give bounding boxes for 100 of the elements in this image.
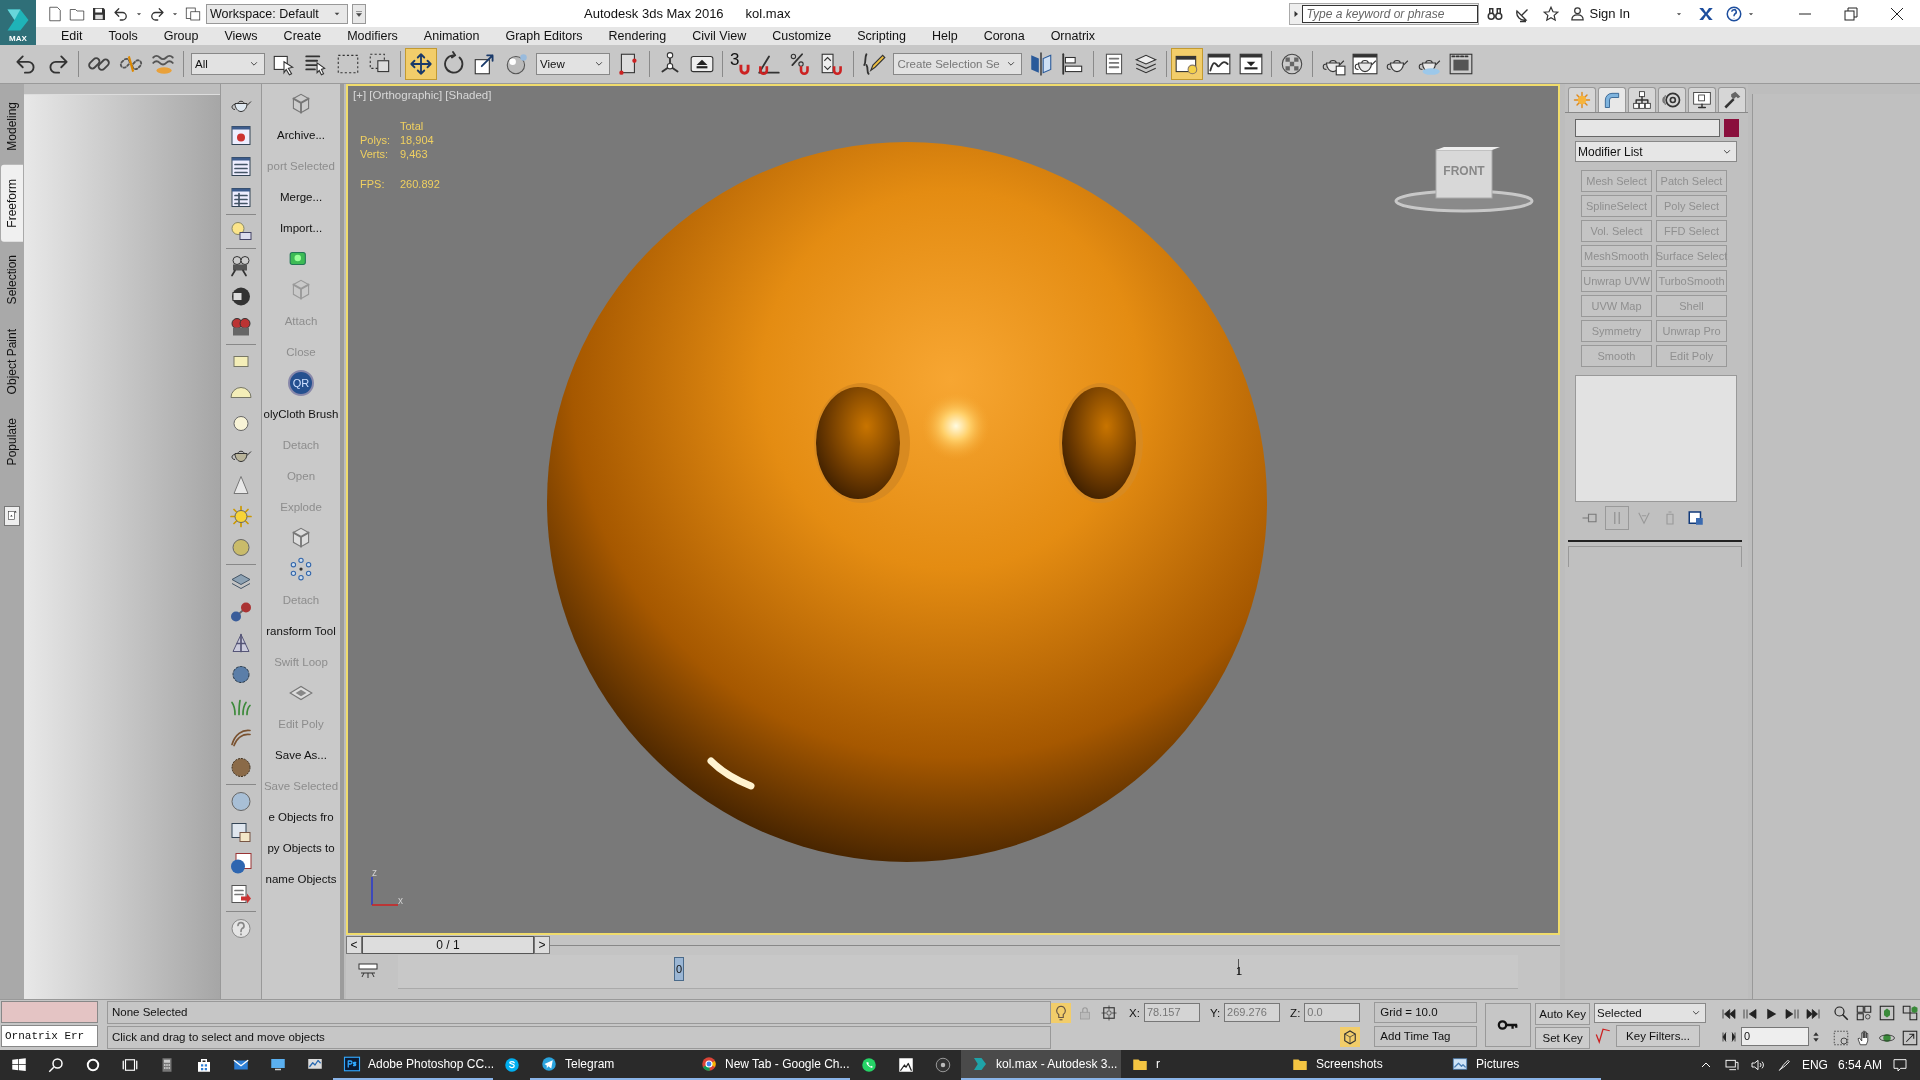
quick-button[interactable]: Import... (279, 221, 323, 234)
next-frame-button[interactable]: > (534, 936, 550, 954)
camera-icon[interactable] (229, 253, 253, 278)
target-icon[interactable] (1658, 87, 1686, 112)
toolbar-dropdown[interactable]: View (536, 53, 610, 75)
network-icon[interactable] (1723, 1057, 1740, 1073)
curved-pipe-icon[interactable] (1598, 87, 1626, 112)
quick-button[interactable]: Save As... (275, 748, 327, 761)
sphere-model[interactable] (546, 141, 1268, 863)
menu-item[interactable]: Help (918, 29, 971, 43)
quick-button[interactable]: py Objects to (267, 841, 335, 854)
ribbon-window-icon[interactable] (1170, 48, 1203, 80)
workspace-dropdown[interactable]: Workspace: Default (206, 3, 348, 24)
tangent-curve-icon[interactable] (1594, 1027, 1612, 1045)
search-field[interactable]: Type a keyword or phrase (1301, 4, 1478, 23)
menu-item[interactable]: Ornatrix (1037, 29, 1109, 43)
glossy-sphere-icon[interactable] (229, 789, 253, 814)
taskbar-button[interactable]: kol.max - Autodesk 3... (961, 1050, 1121, 1080)
fur-ball-icon[interactable] (229, 755, 253, 780)
menu-item[interactable]: Scripting (844, 29, 919, 43)
menu-item[interactable]: Group (150, 29, 212, 43)
zoom-extents-all-icon[interactable] (1901, 1004, 1919, 1022)
menu-item[interactable]: Customize (759, 29, 845, 43)
help-icon[interactable] (229, 916, 253, 941)
quick-button[interactable]: e Objects fro (268, 810, 334, 823)
image-cursor-icon[interactable] (229, 820, 253, 845)
modifier-list-dropdown[interactable]: Modifier List (1575, 141, 1737, 162)
taskbar-button[interactable]: New Tab - Google Ch... (690, 1050, 850, 1080)
notification-icon[interactable] (1892, 1057, 1908, 1073)
new-file-icon[interactable] (46, 4, 64, 23)
taskbar-button[interactable]: Pictures (1441, 1050, 1601, 1080)
ribbon-tab[interactable]: Modeling (1, 92, 23, 161)
ball-frame-icon[interactable] (229, 851, 253, 876)
menu-item[interactable]: Edit (48, 29, 96, 43)
toolbar-dropdown[interactable]: All (191, 53, 265, 75)
clock[interactable]: 6:54 AM (1837, 1058, 1882, 1072)
taskbar-button[interactable]: Telegram (530, 1050, 690, 1080)
disc-icon (933, 1056, 952, 1074)
menu-item[interactable]: Create (270, 29, 335, 43)
track-bar[interactable]: 0 1 (398, 955, 1518, 989)
quick-button[interactable]: ransform Tool (266, 624, 336, 637)
list-window-icon[interactable] (229, 154, 253, 179)
taskbar-button[interactable]: Screenshots (1281, 1050, 1441, 1080)
object-name-field[interactable] (1575, 119, 1720, 137)
bulb-toggle-icon[interactable] (1051, 1002, 1071, 1023)
set-key-button[interactable]: Set Key (1535, 1027, 1590, 1049)
ribbon-tab[interactable]: Object Paint (1, 318, 23, 405)
cube-tag-icon[interactable] (1340, 1026, 1361, 1047)
star-icon[interactable] (1541, 4, 1560, 23)
object-color-swatch[interactable] (1724, 119, 1739, 137)
sign-in-button[interactable]: Sign In (1568, 5, 1684, 22)
key-mode-dropdown[interactable]: Selected (1594, 1003, 1706, 1023)
script-output-field[interactable]: Ornatrix Err (1, 1025, 98, 1047)
application-button[interactable]: MAX (0, 0, 36, 45)
field-of-view-icon[interactable] (1832, 1028, 1850, 1047)
time-slider-thumb[interactable]: 0 / 1 (362, 936, 534, 954)
menu-item[interactable]: Corona (970, 29, 1038, 43)
speaker-icon[interactable] (1749, 1057, 1766, 1073)
ribbon-toggle-icon[interactable] (4, 505, 20, 526)
menu-item[interactable]: Tools (95, 29, 151, 43)
zoom-all-icon[interactable] (1855, 1004, 1873, 1022)
add-time-tag-button[interactable]: Add Time Tag (1374, 1026, 1478, 1047)
render-window-icon[interactable] (229, 123, 253, 148)
key-filters-button[interactable]: Key Filters... (1616, 1025, 1700, 1047)
previous-frame-button[interactable]: < (346, 936, 362, 954)
move-arrows-icon[interactable] (405, 48, 437, 80)
monitor-icon[interactable] (1688, 87, 1716, 112)
ribbon-tab[interactable]: Selection (1, 245, 23, 315)
menu-item[interactable]: Modifiers (334, 29, 411, 43)
sun-icon[interactable] (229, 504, 253, 529)
quick-button[interactable]: name Objects (265, 872, 337, 885)
zoom-extents-icon[interactable] (1878, 1004, 1896, 1022)
zoom-icon[interactable] (1832, 1004, 1850, 1022)
dot-ring-icon[interactable] (288, 555, 314, 582)
quick-button[interactable]: Merge... (279, 190, 323, 203)
qr-badge-icon[interactable]: QR (288, 369, 314, 396)
maximize-viewport-icon[interactable] (1901, 1028, 1919, 1047)
quick-button[interactable]: olyCloth Brush (263, 407, 339, 420)
menu-item[interactable]: Rendering (595, 29, 680, 43)
menu-item[interactable]: Graph Editors (492, 29, 596, 43)
auto-key-button[interactable]: Auto Key (1535, 1003, 1590, 1025)
toolbar-dropdown[interactable]: Create Selection Se (893, 53, 1022, 75)
menu-item[interactable]: Animation (410, 29, 493, 43)
menu-item[interactable]: Civil View (679, 29, 760, 43)
taskbar-button[interactable]: r (1121, 1050, 1281, 1080)
current-frame-field[interactable]: 0 (1741, 1027, 1809, 1046)
hammer-icon[interactable] (1718, 87, 1746, 112)
table-window-icon[interactable] (229, 185, 253, 210)
input-language[interactable]: ENG (1801, 1058, 1828, 1072)
set-keys-button[interactable] (1485, 1003, 1532, 1047)
menu-caret-icon[interactable] (352, 3, 366, 24)
snap-toggle-button[interactable]: 3 (727, 49, 754, 79)
ribbon-tab[interactable]: Populate (1, 408, 23, 476)
menu-item[interactable]: Views (211, 29, 271, 43)
quick-button[interactable]: Archive... (277, 128, 325, 141)
script-input-field[interactable] (1, 1001, 98, 1023)
taskbar-button[interactable]: Adobe Photoshop CC... (333, 1050, 493, 1080)
hierarchy-icon[interactable] (1628, 87, 1656, 112)
project-folder-icon[interactable] (184, 4, 202, 23)
ribbon-tab[interactable]: Freeform (1, 164, 23, 242)
